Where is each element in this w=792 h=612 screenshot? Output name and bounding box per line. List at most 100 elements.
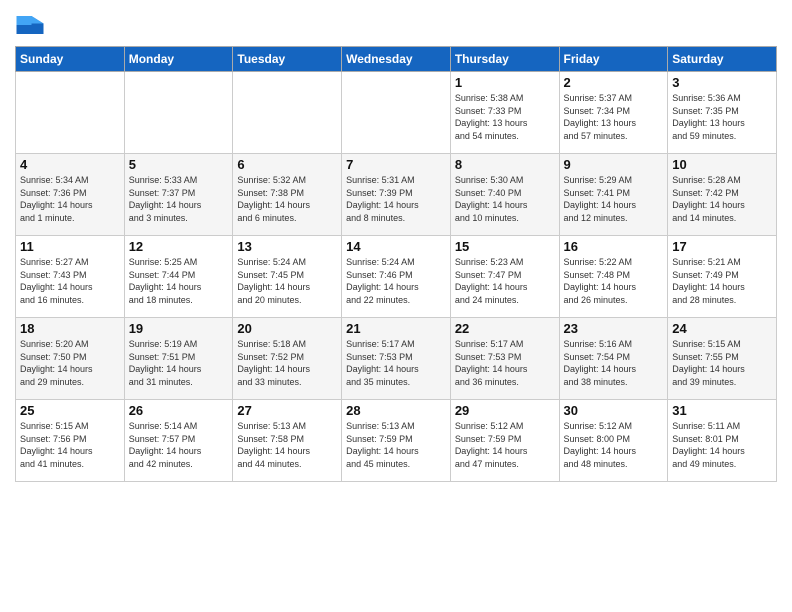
day-cell: 14Sunrise: 5:24 AM Sunset: 7:46 PM Dayli… [342,236,451,318]
day-cell: 17Sunrise: 5:21 AM Sunset: 7:49 PM Dayli… [668,236,777,318]
header-row: SundayMondayTuesdayWednesdayThursdayFrid… [16,47,777,72]
day-number: 12 [129,239,229,254]
header [15,10,777,40]
day-info: Sunrise: 5:13 AM Sunset: 7:59 PM Dayligh… [346,420,446,470]
day-number: 4 [20,157,120,172]
day-number: 23 [564,321,664,336]
day-info: Sunrise: 5:27 AM Sunset: 7:43 PM Dayligh… [20,256,120,306]
day-info: Sunrise: 5:12 AM Sunset: 7:59 PM Dayligh… [455,420,555,470]
day-info: Sunrise: 5:19 AM Sunset: 7:51 PM Dayligh… [129,338,229,388]
day-number: 21 [346,321,446,336]
day-cell: 23 Sunrise: 5:16 AM Sunset: 7:54 PM Dayli… [559,318,668,400]
day-number: 24 [672,321,772,336]
day-cell [16,72,125,154]
day-number: 3 [672,75,772,90]
day-cell: 5Sunrise: 5:33 AM Sunset: 7:37 PM Daylig… [124,154,233,236]
day-number: 20 [237,321,337,336]
day-info: Sunrise: 5:29 AM Sunset: 7:41 PM Dayligh… [564,174,664,224]
day-number: 8 [455,157,555,172]
day-info: Sunrise: 5:17 AM Sunset: 7:53 PM Dayligh… [455,338,555,388]
week-row-1: 1 Sunrise: 5:38 AM Sunset: 7:33 PM Daylig… [16,72,777,154]
day-cell: 27 Sunrise: 5:13 AM Sunset: 7:58 PM Dayli… [233,400,342,482]
day-number: 11 [20,239,120,254]
day-number: 19 [129,321,229,336]
day-cell: 2 Sunrise: 5:37 AM Sunset: 7:34 PM Daylig… [559,72,668,154]
calendar-table: SundayMondayTuesdayWednesdayThursdayFrid… [15,46,777,482]
day-cell: 11 Sunrise: 5:27 AM Sunset: 7:43 PM Dayli… [16,236,125,318]
day-number: 15 [455,239,555,254]
logo-icon [15,10,45,40]
day-number: 14 [346,239,446,254]
day-cell: 25 Sunrise: 5:15 AM Sunset: 7:56 PM Dayli… [16,400,125,482]
day-cell: 15Sunrise: 5:23 AM Sunset: 7:47 PM Dayli… [450,236,559,318]
day-cell: 19 Sunrise: 5:19 AM Sunset: 7:51 PM Dayli… [124,318,233,400]
day-number: 1 [455,75,555,90]
day-info: Sunrise: 5:16 AM Sunset: 7:54 PM Dayligh… [564,338,664,388]
day-number: 29 [455,403,555,418]
day-number: 6 [237,157,337,172]
day-cell: 1 Sunrise: 5:38 AM Sunset: 7:33 PM Daylig… [450,72,559,154]
day-number: 26 [129,403,229,418]
day-number: 18 [20,321,120,336]
day-number: 5 [129,157,229,172]
day-info: Sunrise: 5:31 AM Sunset: 7:39 PM Dayligh… [346,174,446,224]
day-cell: 26 Sunrise: 5:14 AM Sunset: 7:57 PM Dayli… [124,400,233,482]
day-info: Sunrise: 5:30 AM Sunset: 7:40 PM Dayligh… [455,174,555,224]
day-info: Sunrise: 5:38 AM Sunset: 7:33 PM Dayligh… [455,92,555,142]
day-info: Sunrise: 5:34 AM Sunset: 7:36 PM Dayligh… [20,174,120,224]
day-info: Sunrise: 5:11 AM Sunset: 8:01 PM Dayligh… [672,420,772,470]
day-info: Sunrise: 5:36 AM Sunset: 7:35 PM Dayligh… [672,92,772,142]
week-row-3: 11 Sunrise: 5:27 AM Sunset: 7:43 PM Dayli… [16,236,777,318]
day-cell: 10 Sunrise: 5:28 AM Sunset: 7:42 PM Dayli… [668,154,777,236]
day-cell [233,72,342,154]
day-cell: 4 Sunrise: 5:34 AM Sunset: 7:36 PM Daylig… [16,154,125,236]
day-cell: 18 Sunrise: 5:20 AM Sunset: 7:50 PM Dayli… [16,318,125,400]
day-info: Sunrise: 5:18 AM Sunset: 7:52 PM Dayligh… [237,338,337,388]
day-info: Sunrise: 5:24 AM Sunset: 7:45 PM Dayligh… [237,256,337,306]
day-number: 27 [237,403,337,418]
column-header-tuesday: Tuesday [233,47,342,72]
week-row-4: 18 Sunrise: 5:20 AM Sunset: 7:50 PM Dayli… [16,318,777,400]
day-info: Sunrise: 5:22 AM Sunset: 7:48 PM Dayligh… [564,256,664,306]
day-cell: 16 Sunrise: 5:22 AM Sunset: 7:48 PM Dayli… [559,236,668,318]
week-row-2: 4 Sunrise: 5:34 AM Sunset: 7:36 PM Daylig… [16,154,777,236]
logo [15,10,49,40]
day-number: 13 [237,239,337,254]
day-cell: 21Sunrise: 5:17 AM Sunset: 7:53 PM Dayli… [342,318,451,400]
day-info: Sunrise: 5:13 AM Sunset: 7:58 PM Dayligh… [237,420,337,470]
day-number: 22 [455,321,555,336]
column-header-monday: Monday [124,47,233,72]
day-cell: 31Sunrise: 5:11 AM Sunset: 8:01 PM Dayli… [668,400,777,482]
day-cell: 24 Sunrise: 5:15 AM Sunset: 7:55 PM Dayli… [668,318,777,400]
day-cell: 8 Sunrise: 5:30 AM Sunset: 7:40 PM Daylig… [450,154,559,236]
day-number: 2 [564,75,664,90]
day-cell: 29 Sunrise: 5:12 AM Sunset: 7:59 PM Dayli… [450,400,559,482]
day-cell: 7Sunrise: 5:31 AM Sunset: 7:39 PM Daylig… [342,154,451,236]
day-number: 25 [20,403,120,418]
day-info: Sunrise: 5:20 AM Sunset: 7:50 PM Dayligh… [20,338,120,388]
day-number: 30 [564,403,664,418]
day-info: Sunrise: 5:37 AM Sunset: 7:34 PM Dayligh… [564,92,664,142]
day-cell: 22 Sunrise: 5:17 AM Sunset: 7:53 PM Dayli… [450,318,559,400]
day-info: Sunrise: 5:14 AM Sunset: 7:57 PM Dayligh… [129,420,229,470]
day-number: 10 [672,157,772,172]
day-info: Sunrise: 5:12 AM Sunset: 8:00 PM Dayligh… [564,420,664,470]
day-cell: 20 Sunrise: 5:18 AM Sunset: 7:52 PM Dayli… [233,318,342,400]
day-cell [342,72,451,154]
day-cell [124,72,233,154]
day-cell: 12Sunrise: 5:25 AM Sunset: 7:44 PM Dayli… [124,236,233,318]
day-info: Sunrise: 5:32 AM Sunset: 7:38 PM Dayligh… [237,174,337,224]
column-header-thursday: Thursday [450,47,559,72]
day-info: Sunrise: 5:15 AM Sunset: 7:55 PM Dayligh… [672,338,772,388]
page-container: SundayMondayTuesdayWednesdayThursdayFrid… [0,0,792,492]
day-cell: 28 Sunrise: 5:13 AM Sunset: 7:59 PM Dayli… [342,400,451,482]
day-number: 28 [346,403,446,418]
day-info: Sunrise: 5:15 AM Sunset: 7:56 PM Dayligh… [20,420,120,470]
day-cell: 30 Sunrise: 5:12 AM Sunset: 8:00 PM Dayli… [559,400,668,482]
day-number: 17 [672,239,772,254]
day-number: 16 [564,239,664,254]
column-header-sunday: Sunday [16,47,125,72]
column-header-friday: Friday [559,47,668,72]
day-info: Sunrise: 5:28 AM Sunset: 7:42 PM Dayligh… [672,174,772,224]
column-header-saturday: Saturday [668,47,777,72]
